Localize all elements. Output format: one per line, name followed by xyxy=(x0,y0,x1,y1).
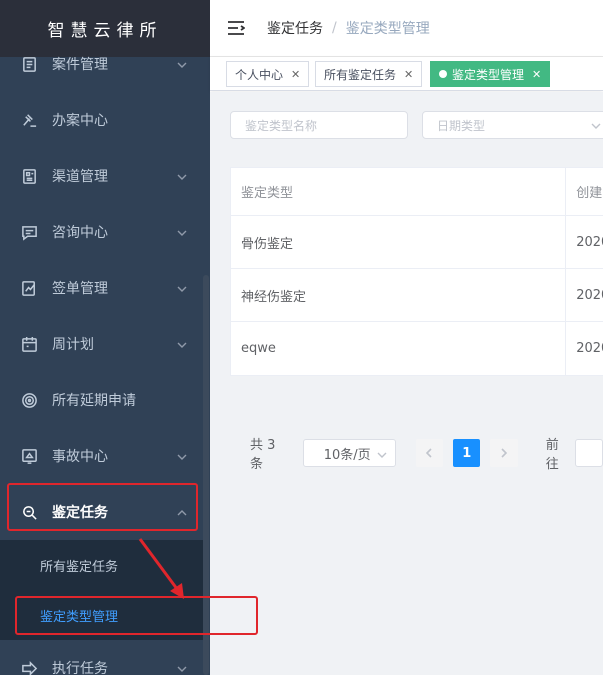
sidebar-item-case[interactable]: 案件管理 xyxy=(0,36,203,92)
tags-view: 个人中心 ✕ 所有鉴定任务 ✕ 鉴定类型管理 ✕ xyxy=(210,57,603,91)
sidebar-item-incident[interactable]: 事故中心 xyxy=(0,428,203,484)
calendar-icon xyxy=(20,335,38,353)
active-dot-icon xyxy=(439,70,447,78)
date-type-placeholder: 日期类型 xyxy=(437,118,486,133)
table-cell: 2020 xyxy=(576,341,603,356)
chevron-right-icon xyxy=(501,448,508,458)
prev-page-button[interactable] xyxy=(415,439,444,467)
chevron-down-icon xyxy=(591,120,601,130)
appraisal-type-table: 鉴定类型 创建 骨伤鉴定 2020 神经伤鉴定 2020 eqwe 2020 xyxy=(230,167,603,376)
pagination-total: 共 3 条 xyxy=(250,438,276,472)
close-icon[interactable]: ✕ xyxy=(532,68,541,81)
chevron-down-icon xyxy=(177,58,187,68)
sidebar-item-label: 渠道管理 xyxy=(52,169,108,185)
next-page-button[interactable] xyxy=(490,439,518,467)
highlight-box-appraisal-menu xyxy=(7,483,198,531)
hamburger-icon[interactable] xyxy=(227,20,246,36)
incident-icon xyxy=(20,447,38,465)
chevron-left-icon xyxy=(426,448,433,458)
date-type-select[interactable]: 日期类型 xyxy=(422,111,603,139)
sidebar-item-label: 咨询中心 xyxy=(52,225,108,241)
chevron-down-icon xyxy=(177,450,187,460)
close-icon[interactable]: ✕ xyxy=(291,68,300,81)
table-row[interactable]: 神经伤鉴定 2020 xyxy=(231,269,603,322)
sidebar-item-consult[interactable]: 咨询中心 xyxy=(0,204,203,260)
breadcrumb-item[interactable]: 鉴定任务 xyxy=(267,18,323,38)
page-size-select[interactable]: 10条/页 xyxy=(302,439,396,467)
tag-label: 所有鉴定任务 xyxy=(324,67,397,82)
chevron-down-icon xyxy=(177,338,187,348)
gavel-icon xyxy=(20,111,38,129)
appraisal-type-name-input[interactable]: 鉴定类型名称 xyxy=(230,111,408,139)
sidebar-item-label: 周计划 xyxy=(52,337,94,353)
delay-icon xyxy=(20,391,38,409)
page-size-value: 10条/页 xyxy=(323,447,371,463)
close-icon[interactable]: ✕ xyxy=(404,68,413,81)
sidebar-item-weekly-plan[interactable]: 周计划 xyxy=(0,316,203,372)
sidebar-item-label: 执行任务 xyxy=(52,661,108,675)
chevron-down-icon xyxy=(377,449,387,459)
chevron-down-icon xyxy=(177,662,187,672)
case-icon xyxy=(20,55,38,73)
pagination: 共 3 条 10条/页 1 前往 xyxy=(250,438,603,472)
table-cell: 神经伤鉴定 xyxy=(231,269,567,321)
main-content: 鉴定类型名称 日期类型 鉴定类型 创建 骨伤鉴定 2020 神经伤鉴定 2020… xyxy=(210,92,603,675)
sidebar-item-label: 事故中心 xyxy=(52,449,108,465)
sidebar-item-delay[interactable]: 所有延期申请 xyxy=(0,372,203,428)
chevron-down-icon xyxy=(177,170,187,180)
table-row[interactable]: eqwe 2020 xyxy=(231,322,603,375)
tag-label: 鉴定类型管理 xyxy=(452,67,525,82)
sidebar-item-execute[interactable]: 执行任务 xyxy=(0,640,203,675)
chat-icon xyxy=(20,223,38,241)
sidebar-item-office[interactable]: 办案中心 xyxy=(0,92,203,148)
table-cell: 2020 xyxy=(576,234,603,250)
table-header: 鉴定类型 创建 xyxy=(231,168,603,216)
jump-page-input[interactable] xyxy=(575,439,603,467)
execute-icon xyxy=(20,659,38,675)
sidebar-item-label: 案件管理 xyxy=(52,57,108,73)
tag-label: 个人中心 xyxy=(235,67,284,82)
annotation-arrow-icon xyxy=(138,538,184,599)
sidebar-item-label: 所有延期申请 xyxy=(52,393,136,409)
channel-icon xyxy=(20,167,38,185)
sidebar-item-label: 签单管理 xyxy=(52,281,108,297)
column-header: 鉴定类型 xyxy=(231,168,567,215)
sign-icon xyxy=(20,279,38,297)
jump-label: 前往 xyxy=(545,438,559,472)
chevron-down-icon xyxy=(177,226,187,236)
table-cell: 2020 xyxy=(576,287,603,303)
table-cell: eqwe xyxy=(231,322,567,375)
chevron-down-icon xyxy=(177,282,187,292)
tag-personal-center[interactable]: 个人中心 ✕ xyxy=(226,61,310,87)
breadcrumb: 鉴定任务 / 鉴定类型管理 xyxy=(267,18,430,38)
breadcrumb-current: 鉴定类型管理 xyxy=(345,21,430,37)
tag-appraisal-types[interactable]: 鉴定类型管理 ✕ xyxy=(430,61,551,87)
breadcrumb-separator: / xyxy=(332,20,337,36)
sidebar-item-label: 办案中心 xyxy=(52,113,108,129)
table-cell: 骨伤鉴定 xyxy=(231,216,567,268)
sidebar-item-channel[interactable]: 渠道管理 xyxy=(0,148,203,204)
page-number-button[interactable]: 1 xyxy=(453,439,481,467)
sidebar-item-sign[interactable]: 签单管理 xyxy=(0,260,203,316)
column-header: 创建 xyxy=(576,186,603,201)
table-row[interactable]: 骨伤鉴定 2020 xyxy=(231,216,603,269)
tag-all-appraisals[interactable]: 所有鉴定任务 ✕ xyxy=(315,61,423,87)
header: 鉴定任务 / 鉴定类型管理 xyxy=(210,0,603,57)
